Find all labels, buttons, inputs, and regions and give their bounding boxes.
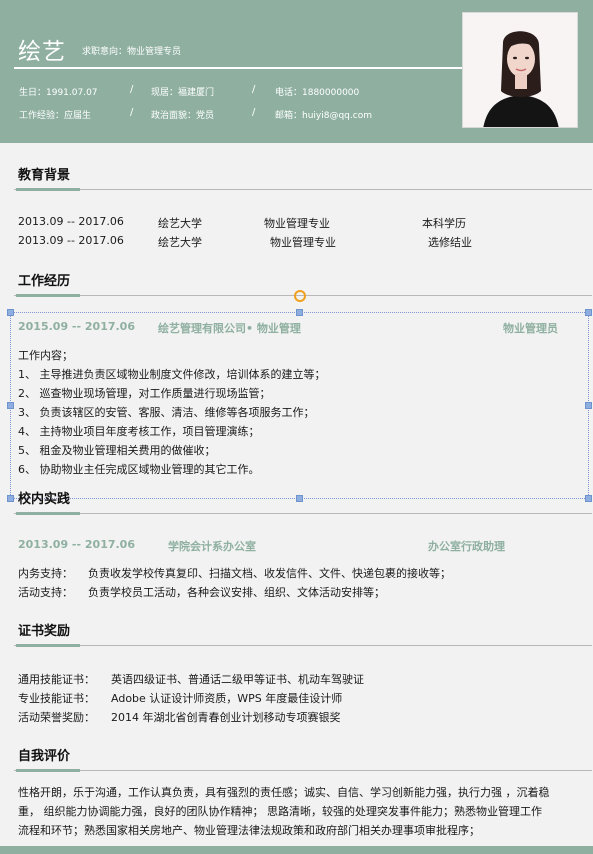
resize-handle[interactable] [296,495,303,502]
edu-major: 物业管理专业 [270,236,336,249]
header-divider [14,67,462,69]
phone: 电话：1880000000 [275,88,360,98]
education-title: 教育背景 [18,168,71,183]
section-divider [14,513,592,514]
separator: / [130,107,134,118]
work-experience: 工作经验：应届生 [19,111,92,121]
work-period: 2015.09 -- 2017.06 [18,320,135,333]
political-status: 政治面貌：党员 [151,111,215,121]
self-eval-line: 流程和环节；熟悉国家相关房地产、物业管理法律法规政策和政府部门相关办理事项审批程… [18,824,480,837]
campus-period: 2013.09 -- 2017.06 [18,538,135,551]
section-divider [14,189,592,190]
section-divider [14,645,592,646]
work-item: 4、 主持物业项目年度考核工作，项目管理演练； [18,425,260,438]
work-title: 工作经历 [18,274,71,289]
job-intent: 求职意向：物业管理专员 [82,47,182,57]
cert-label: 通用技能证书： [18,673,95,686]
work-item: 5、 租金及物业管理相关费用的做催收； [18,444,216,457]
section-divider [14,770,592,771]
campus-org: 学院会计系办公室 [168,540,256,553]
resume-header: 绘艺 求职意向：物业管理专员 生日：1991.07.07 / 现居：福建厦门 /… [0,0,593,143]
resize-handle[interactable] [7,495,14,502]
section-accent [16,294,80,297]
resize-handle[interactable] [7,402,14,409]
work-item: 1、 主导推进负责区域物业制度文件修改，培训体系的建立等； [18,368,326,381]
work-item: 6、 协助物业主任完成区域物业管理的其它工作。 [18,463,260,476]
cert-label: 专业技能证书： [18,692,95,705]
section-accent [16,512,80,515]
profile-photo [462,12,578,128]
campus-label: 活动支持： [18,586,73,599]
self-eval-line: 重， 组织能力协调能力强，良好的团队协作精神； 思路清晰，较强的处理突发事件能力… [18,805,542,818]
work-company: 绘艺管理有限公司• 物业管理 [158,322,301,335]
campus-text: 负责学校员工活动，各种会议安排、组织、文体活动安排等； [88,586,385,599]
edu-period: 2013.09 -- 2017.06 [18,234,124,247]
email: 邮箱：huiyi8@qq.com [275,111,372,121]
campus-role: 办公室行政助理 [428,540,505,553]
cert-text: 2014 年湖北省创青春创业计划移动专项赛银奖 [111,711,341,724]
edu-degree: 本科学历 [422,217,466,230]
rotate-handle-icon[interactable] [294,290,306,302]
resize-handle[interactable] [7,309,14,316]
edu-school: 绘艺大学 [158,217,202,230]
footer-bar [0,846,593,854]
self-eval-title: 自我评价 [18,749,71,764]
resize-handle[interactable] [296,309,303,316]
work-item: 2、 巡查物业现场管理，对工作质量进行现场监管； [18,387,271,400]
resize-handle[interactable] [585,495,592,502]
campus-text: 负责收发学校传真复印、扫描文档、收发信件、文件、快递包裹的接收等； [88,567,451,580]
work-content-label: 工作内容； [18,349,73,362]
edu-degree: 选修结业 [428,236,472,249]
separator: / [130,84,134,95]
edu-major: 物业管理专业 [264,217,330,230]
campus-label: 内务支持： [18,567,73,580]
cert-text: Adobe 认证设计师资质，WPS 年度最佳设计师 [111,692,343,705]
self-eval-line: 性格开朗，乐于沟通，工作认真负责，具有强烈的责任感；诚实、自信、学习创新能力强，… [18,786,550,799]
certificates-title: 证书奖励 [18,624,71,639]
work-item: 3、 负责该辖区的安管、客服、清洁、维修等各项服务工作； [18,406,315,419]
section-accent [16,188,80,191]
candidate-name: 绘艺 [18,39,66,65]
resize-handle[interactable] [585,402,592,409]
birthday: 生日：1991.07.07 [19,88,98,98]
separator: / [252,107,256,118]
edu-period: 2013.09 -- 2017.06 [18,215,124,228]
cert-label: 活动荣誉奖励： [18,711,95,724]
residence: 现居：福建厦门 [151,88,215,98]
campus-title: 校内实践 [18,492,71,507]
section-accent [16,644,80,647]
section-accent [16,769,80,772]
resize-handle[interactable] [585,309,592,316]
work-position: 物业管理员 [503,322,558,335]
cert-text: 英语四级证书、普通话二级甲等证书、机动车驾驶证 [111,673,364,686]
separator: / [252,84,256,95]
edu-school: 绘艺大学 [158,236,202,249]
